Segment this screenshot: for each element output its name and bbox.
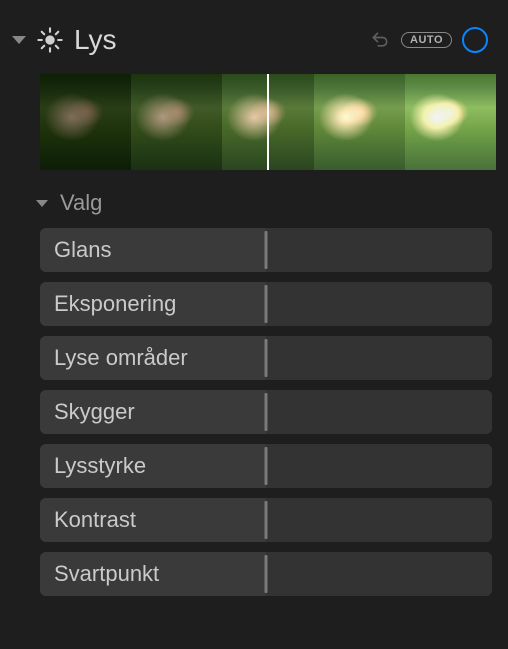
reset-icon[interactable] [369, 29, 391, 51]
light-preview-strip[interactable] [40, 74, 496, 170]
preview-thumb [405, 74, 496, 170]
chevron-down-icon [36, 200, 48, 207]
slider-handle[interactable] [265, 447, 268, 485]
panel-title: Lys [74, 24, 117, 56]
light-panel-header: Lys AUTO [12, 12, 496, 74]
slider-handle[interactable] [265, 339, 268, 377]
header-right: AUTO [369, 27, 488, 53]
slider-handle[interactable] [265, 501, 268, 539]
options-label: Valg [60, 190, 102, 216]
slider-lysstyrke[interactable]: Lysstyrke [40, 444, 492, 488]
slider-handle[interactable] [265, 285, 268, 323]
slider-handle[interactable] [265, 393, 268, 431]
light-icon [36, 26, 64, 54]
preview-indicator[interactable] [267, 74, 269, 170]
preview-thumb [314, 74, 405, 170]
slider-lyse-omrader[interactable]: Lyse områder [40, 336, 492, 380]
slider-svartpunkt[interactable]: Svartpunkt [40, 552, 492, 596]
slider-kontrast[interactable]: Kontrast [40, 498, 492, 542]
slider-glans[interactable]: Glans [40, 228, 492, 272]
auto-button[interactable]: AUTO [401, 32, 452, 48]
enable-toggle[interactable] [462, 27, 488, 53]
slider-skygger[interactable]: Skygger [40, 390, 492, 434]
header-left: Lys [12, 24, 369, 56]
slider-handle[interactable] [265, 231, 268, 269]
sliders-container: Glans Eksponering Lyse områder Skygger L… [12, 228, 496, 596]
preview-thumb [40, 74, 131, 170]
collapse-chevron-icon[interactable] [12, 36, 26, 44]
options-header[interactable]: Valg [12, 186, 496, 228]
slider-handle[interactable] [265, 555, 268, 593]
slider-eksponering[interactable]: Eksponering [40, 282, 492, 326]
preview-thumb [131, 74, 222, 170]
